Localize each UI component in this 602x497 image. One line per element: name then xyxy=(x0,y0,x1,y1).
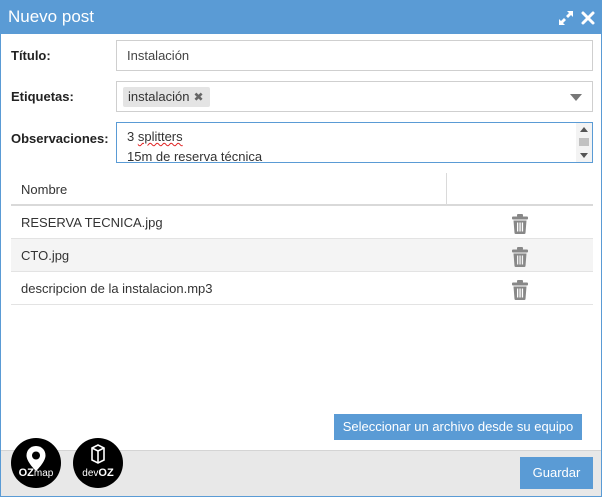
trash-icon[interactable] xyxy=(511,247,529,267)
scroll-up-icon[interactable] xyxy=(580,127,588,132)
dialog-title: Nuevo post xyxy=(8,7,94,26)
column-header-nombre[interactable]: Nombre xyxy=(21,182,67,197)
ozmap-logo-text: OZmap xyxy=(11,467,61,479)
scroll-down-icon[interactable] xyxy=(580,153,588,158)
observaciones-line-1: 3 splitters xyxy=(127,129,183,144)
observaciones-line-2: 15m de reserva técnica xyxy=(127,149,263,164)
observaciones-line: 3 splitters xyxy=(127,127,262,147)
tag-remove-icon[interactable]: ✖ xyxy=(193,87,203,107)
misspelled-word: splitters xyxy=(137,129,183,144)
file-name: RESERVA TECNICA.jpg xyxy=(21,215,163,230)
trash-icon[interactable] xyxy=(511,214,529,234)
ozmap-brand: OZ xyxy=(18,467,34,479)
chevron-down-icon[interactable] xyxy=(570,94,582,101)
etiquetas-label: Etiquetas: xyxy=(11,89,74,104)
trash-icon[interactable] xyxy=(511,280,529,300)
column-divider xyxy=(446,173,447,206)
table-row[interactable]: descripcion de la instalacion.mp3 xyxy=(11,272,593,305)
dialog-titlebar[interactable]: Nuevo post xyxy=(1,1,601,34)
close-icon[interactable] xyxy=(580,10,596,26)
ozmap-suffix: map xyxy=(33,468,54,479)
tags-select[interactable]: instalación ✖ xyxy=(116,81,593,112)
file-name: CTO.jpg xyxy=(21,248,70,263)
save-button[interactable]: Guardar xyxy=(520,457,593,489)
titulo-input[interactable] xyxy=(117,41,592,70)
expand-icon[interactable] xyxy=(558,10,574,26)
tag-label: instalación xyxy=(128,89,190,104)
new-post-dialog: Nuevo post Título: Etiquetas: instalació… xyxy=(0,0,602,497)
observaciones-label: Observaciones: xyxy=(11,131,109,146)
devoz-logo: devOZ xyxy=(73,438,123,488)
titulo-field-wrapper xyxy=(116,40,593,71)
devoz-brand: OZ xyxy=(98,467,114,479)
table-row[interactable]: CTO.jpg xyxy=(11,239,593,272)
observaciones-content: 3 splitters 15m de reserva técnica xyxy=(127,127,262,167)
tag-chip: instalación ✖ xyxy=(123,87,210,107)
textarea-scrollbar[interactable] xyxy=(576,123,592,162)
select-file-button[interactable]: Seleccionar un archivo desde su equipo xyxy=(334,414,582,440)
devoz-logo-text: devOZ xyxy=(73,467,123,479)
files-table: Nombre RESERVA TECNICA.jpg CTO.jpg descr… xyxy=(11,173,593,305)
devoz-prefix: dev xyxy=(82,468,99,479)
table-header: Nombre xyxy=(11,173,593,206)
scroll-thumb[interactable] xyxy=(579,138,589,146)
titulo-label: Título: xyxy=(11,48,51,63)
observaciones-textarea[interactable]: 3 splitters 15m de reserva técnica xyxy=(116,122,593,164)
file-name: descripcion de la instalacion.mp3 xyxy=(21,281,213,296)
ozmap-logo: OZmap xyxy=(11,438,61,488)
table-row[interactable]: RESERVA TECNICA.jpg xyxy=(11,206,593,239)
